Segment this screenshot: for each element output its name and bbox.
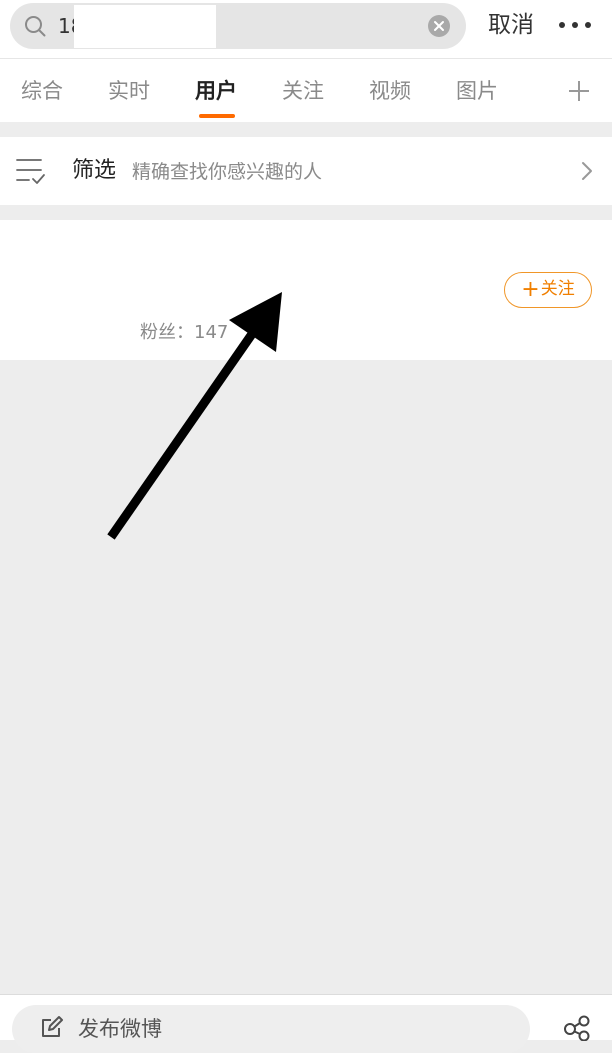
fans-count: 粉丝：147 <box>140 322 229 343</box>
search-icon <box>25 16 46 37</box>
tab-videos[interactable]: 视频 <box>369 77 411 105</box>
compose-label: 发布微博 <box>78 1017 162 1041</box>
tab-images[interactable]: 图片 <box>456 77 498 105</box>
active-tab-indicator <box>199 114 235 118</box>
filter-title: 筛选 <box>72 158 117 183</box>
redaction-mask <box>74 5 216 48</box>
filter-bar[interactable]: 筛选 精确查找你感兴趣的人 <box>0 137 612 205</box>
compose-button[interactable]: 发布微博 <box>12 1005 530 1053</box>
search-box[interactable]: 18 <box>10 3 466 49</box>
user-result-card[interactable]: +关注 粉丝：147 <box>0 220 612 360</box>
follow-button[interactable]: +关注 <box>504 272 592 308</box>
plus-icon[interactable] <box>568 80 590 102</box>
more-icon[interactable] <box>558 20 592 30</box>
filter-icon <box>16 159 45 184</box>
tab-following[interactable]: 关注 <box>282 77 324 105</box>
tab-users[interactable]: 用户 <box>195 77 237 105</box>
follow-button-label: 关注 <box>540 279 575 299</box>
filter-description: 精确查找你感兴趣的人 <box>132 161 323 183</box>
share-icon[interactable] <box>562 1015 592 1041</box>
tab-realtime[interactable]: 实时 <box>108 77 150 105</box>
plus-icon: + <box>521 277 540 302</box>
arrow-shaft <box>107 331 256 540</box>
tab-comprehensive[interactable]: 综合 <box>21 77 63 105</box>
search-header: 18 取消 <box>0 0 612 58</box>
clear-icon[interactable] <box>428 15 450 37</box>
edit-icon <box>42 1016 63 1037</box>
chevron-right-icon <box>582 162 592 180</box>
bottom-bar: 发布微博 <box>0 994 612 1053</box>
search-tabs: 综合 实时 用户 关注 视频 图片 <box>0 58 612 122</box>
cancel-button[interactable]: 取消 <box>488 10 534 40</box>
